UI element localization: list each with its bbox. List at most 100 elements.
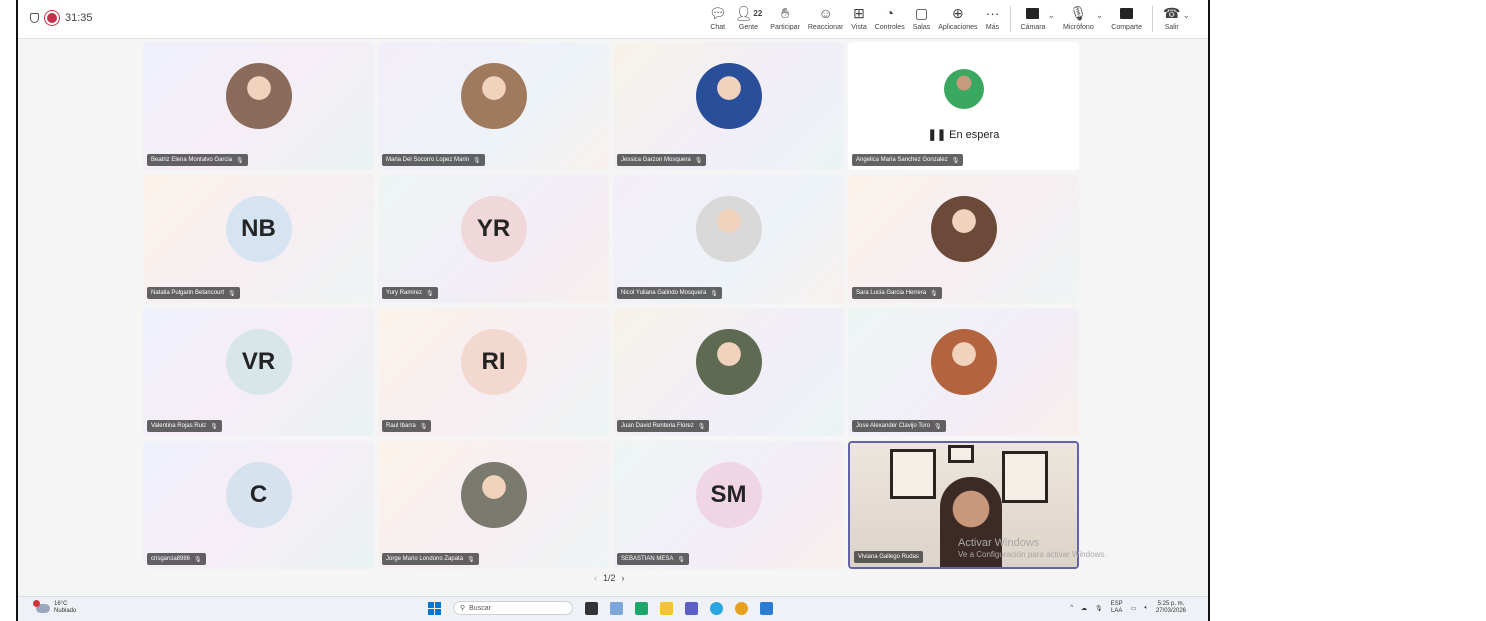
photo-avatar (460, 462, 527, 529)
file-explorer-icon[interactable] (660, 601, 673, 615)
participant-tile[interactable]: Ccrisgarcia8986 🎙︎ (143, 441, 374, 569)
volume-icon[interactable]: 🔈︎ (1144, 605, 1148, 612)
activation-watermark: Activar Windows Ve a Configuración para … (958, 537, 1107, 559)
tray-mic-icon[interactable]: 🎙︎ (1095, 605, 1103, 612)
initials-avatar: NB (225, 196, 292, 263)
more-icon: ··· (985, 5, 1000, 21)
microphone-button[interactable]: 🎙︎ Micrófono (1063, 4, 1094, 32)
participant-tile[interactable]: SM SEBASTIAN MESA 🎙︎ (613, 441, 844, 569)
system-tray: ^ ☁ 🎙︎ ESP LAA ▭ 🔈︎ 5:25 p. m. 27/03/202… (1070, 601, 1186, 615)
share-button[interactable]: Comparte (1111, 4, 1142, 31)
muted-mic-icon: 🎙︎ (951, 157, 960, 164)
taskbar-search[interactable]: ⚲ Buscar (453, 601, 573, 615)
muted-mic-icon: 🎙︎ (677, 556, 685, 563)
muted-mic-icon: 🎙︎ (210, 423, 218, 430)
camera-options-chevron-icon[interactable]: ⌄ (1047, 10, 1055, 21)
photo-avatar (695, 196, 762, 263)
participant-tile[interactable]: Jessica Garzon Mosquera 🎙︎ (613, 42, 844, 170)
participant-tile[interactable]: Beatriz Elena Montalvo Garcia 🎙︎ (143, 42, 374, 170)
rooms-button[interactable]: ▢ Salas (913, 4, 931, 32)
photo-avatar (930, 329, 997, 396)
muted-mic-icon: 🎙︎ (228, 290, 236, 297)
participant-tile[interactable]: Jorge Mario Londono Zapata 🎙︎ (378, 441, 609, 569)
clock[interactable]: 5:25 p. m. 27/03/2026 (1156, 601, 1186, 615)
participant-name: Jorge Mario Londono Zapata 🎙︎ (382, 553, 479, 565)
raise-hand-button[interactable]: ✋︎ Participar (770, 4, 800, 32)
muted-mic-icon: 🎙︎ (933, 423, 942, 430)
muted-mic-icon: 🎙︎ (473, 157, 481, 164)
participant-name: Natalia Pulgarin Betancourt 🎙︎ (147, 287, 240, 299)
controls-button[interactable]: ◔ Controles (875, 4, 905, 31)
next-page-icon[interactable]: › (622, 573, 625, 583)
muted-mic-icon: 🎙︎ (426, 290, 434, 297)
edge-app-icon[interactable] (635, 601, 648, 615)
gallery-app-icon[interactable] (610, 601, 623, 615)
participant-tile[interactable]: YR Yury Ramirez 🎙︎ (378, 175, 609, 303)
apps-button[interactable]: ⊕ Aplicaciones (938, 4, 977, 32)
task-view-icon[interactable] (585, 601, 598, 615)
participant-name: Maria Del Socorro Lopez Marin 🎙︎ (382, 154, 485, 166)
muted-mic-icon: 🎙︎ (697, 423, 706, 430)
chat-icon: 💬︎ (708, 4, 727, 21)
participant-name: Raul Ibarra 🎙︎ (382, 420, 432, 432)
participant-tile[interactable]: Sara Lucia Garcia Herrera 🎙︎ (848, 175, 1079, 303)
prev-page-icon[interactable]: ‹ (594, 573, 597, 583)
windows-start-icon[interactable] (428, 601, 441, 615)
participant-tile[interactable]: NB Natalia Pulgarin Betancourt 🎙︎ (143, 175, 374, 303)
chat-button[interactable]: 💬︎ Chat (708, 4, 727, 32)
tray-overflow-icon[interactable]: ^ (1070, 605, 1073, 611)
weather-widget[interactable]: 16°C Nublado (33, 599, 77, 615)
controls-icon: ◔ (885, 5, 894, 21)
on-hold-label: ❚❚ En espera (927, 129, 1000, 141)
weather-desc: Nublado (54, 608, 77, 614)
people-icon: 👤︎ 22 (734, 4, 763, 21)
teams-app-icon[interactable] (685, 601, 698, 615)
camera-button[interactable]: Cámara (1021, 4, 1045, 31)
muted-mic-icon: 🎙︎ (710, 290, 718, 297)
participant-tile[interactable]: ❚❚ En espera Angelica Maria Sanchez Gonza… (848, 42, 1079, 170)
mic-options-chevron-icon[interactable]: ⌄ (1096, 10, 1104, 21)
rooms-icon: ▢ (914, 4, 929, 21)
more-button[interactable]: ··· Más (986, 4, 1000, 31)
muted-mic-icon: 🎙︎ (930, 290, 938, 297)
recording-indicator: 31:35 (30, 12, 93, 24)
participant-tile[interactable]: Jose Alexander Clavijo Toro 🎙︎ (848, 308, 1079, 436)
view-button[interactable]: ⊞ Vista (851, 4, 866, 32)
shield-icon (30, 13, 39, 23)
onedrive-icon[interactable]: ☁ (1081, 605, 1087, 612)
cloud-icon (33, 599, 50, 613)
leave-options-chevron-icon[interactable]: ⌄ (1182, 10, 1190, 21)
muted-mic-icon: 🎙︎ (694, 157, 703, 164)
participant-name: crisgarcia8986 🎙︎ (147, 553, 206, 565)
windows-taskbar: 16°C Nublado ⚲ Buscar ^ ☁ 🎙︎ ESP LAA ▭ 🔈… (18, 596, 1208, 621)
people-button[interactable]: 👤︎ 22 Gente (734, 4, 763, 32)
language-indicator[interactable]: ESP LAA (1111, 601, 1123, 615)
photo-avatar (930, 196, 997, 263)
gallery-pager: ‹ 1/2 › (594, 573, 625, 583)
mic-off-icon: 🎙︎ (1069, 4, 1088, 21)
initials-avatar: SM (695, 462, 762, 529)
photo-avatar (943, 69, 984, 110)
network-icon[interactable]: ▭ (1131, 605, 1137, 612)
participant-tile[interactable]: VR Valentina Rojas Ruiz 🎙︎ (143, 308, 374, 436)
chrome-app-icon[interactable] (735, 601, 748, 615)
muted-mic-icon: 🎙︎ (236, 157, 244, 164)
participant-name: Viviana Gallego Rudas (854, 551, 923, 563)
leave-button[interactable]: ☎︎ Salir (1163, 4, 1180, 32)
outlook-app-icon[interactable] (760, 601, 773, 615)
wall-certificate (890, 449, 936, 499)
participant-name: Sara Lucia Garcia Herrera 🎙︎ (852, 287, 942, 299)
participant-tile[interactable]: RI Raul Ibarra 🎙︎ (378, 308, 609, 436)
initials-avatar: YR (460, 196, 527, 263)
participant-name: Nicol Yuliana Galindo Mosquera 🎙︎ (617, 287, 722, 299)
participant-tile[interactable]: Maria Del Socorro Lopez Marin 🎙︎ (378, 42, 609, 170)
toolbar-actions: 💬︎ Chat 👤︎ 22 Gente ✋︎ Participar ☺ Reacc… (705, 4, 1194, 32)
participant-tile[interactable]: Juan David Renteria Florez 🎙︎ (613, 308, 844, 436)
copilot-app-icon[interactable] (710, 601, 723, 615)
participant-name: Yury Ramirez 🎙︎ (382, 287, 438, 299)
toolbar-divider (1152, 6, 1153, 32)
toolbar-divider (1009, 6, 1011, 32)
react-button[interactable]: ☺ Reaccionar (808, 4, 843, 31)
participant-tile[interactable]: Nicol Yuliana Galindo Mosquera 🎙︎ (613, 175, 844, 303)
add-app-icon: ⊕ (952, 4, 964, 21)
